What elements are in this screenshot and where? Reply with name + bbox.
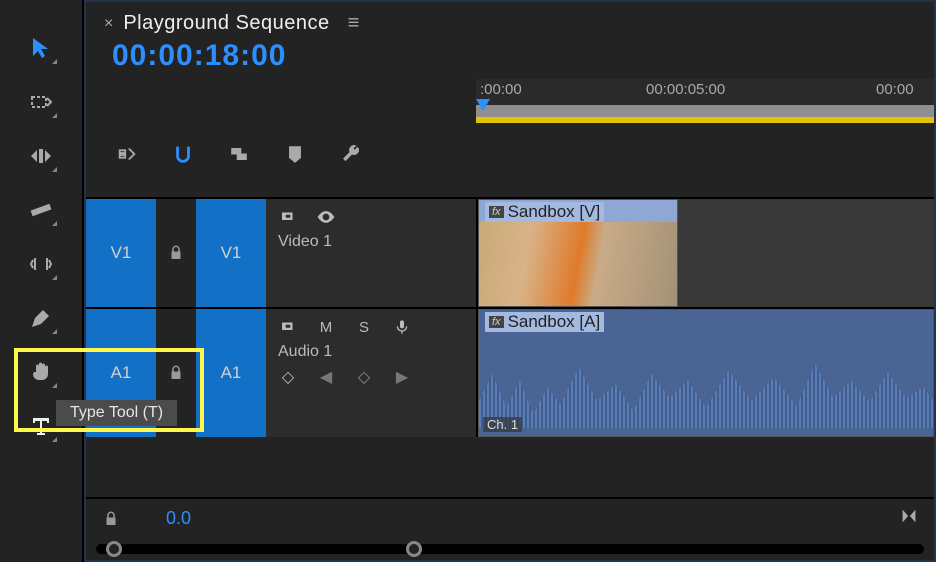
sync-lock-icon[interactable] (278, 207, 298, 227)
ruler-tick: 00:00:05:00 (646, 81, 725, 98)
zoom-handle-left[interactable] (106, 541, 122, 557)
slip-tool[interactable] (23, 246, 59, 282)
tool-palette (0, 0, 84, 562)
sequence-title[interactable]: Playground Sequence (123, 12, 329, 35)
work-area-bar[interactable] (476, 117, 934, 123)
linked-selection-icon[interactable] (226, 141, 252, 167)
track-select-forward-tool[interactable] (23, 84, 59, 120)
zoom-scrollbar[interactable] (86, 538, 934, 560)
video-track-lock[interactable] (156, 199, 196, 307)
collapse-tracks-icon[interactable] (898, 505, 924, 532)
timeline-footer: 0.0 (86, 497, 934, 538)
marker-icon[interactable] (282, 141, 308, 167)
audio-track-media[interactable]: fx Sandbox [A] Ch. 1 (476, 309, 934, 437)
sync-lock-icon[interactable] (278, 317, 298, 337)
snap-icon[interactable] (170, 141, 196, 167)
fx-badge-icon: fx (489, 206, 504, 218)
video-clip[interactable]: fx Sandbox [V] (478, 199, 678, 307)
settings-wrench-icon[interactable] (338, 141, 364, 167)
hand-tool[interactable] (23, 354, 59, 390)
ruler-tick: :00:00 (480, 81, 522, 98)
current-timecode[interactable]: 00:00:18:00 (86, 37, 934, 79)
zoom-handle-right[interactable] (406, 541, 422, 557)
video-source-patch[interactable]: V1 (86, 199, 156, 307)
time-ruler[interactable]: :00:00 00:00:05:00 00:00 (476, 79, 934, 105)
footer-lock-icon[interactable] (96, 510, 126, 528)
prev-keyframe-icon[interactable]: ◀ (316, 367, 336, 387)
audio-track-row: A1 A1 M S Audio 1 ◇ ◀ ◇ (86, 307, 934, 437)
clip-thumbnail (479, 222, 677, 306)
audio-target-toggle[interactable]: A1 (196, 309, 266, 437)
waveform (479, 360, 933, 428)
type-tool[interactable] (23, 408, 59, 444)
video-track-media[interactable]: fx Sandbox [V] (476, 199, 934, 307)
selection-tool[interactable] (23, 30, 59, 66)
panel-menu-icon[interactable]: ≡ (348, 12, 360, 35)
time-ruler-row: :00:00 00:00:05:00 00:00 (86, 79, 934, 123)
playhead-icon[interactable] (476, 99, 490, 111)
ruler-tick: 00:00 (876, 81, 914, 98)
solo-button[interactable]: S (354, 317, 374, 337)
timeline-controls (86, 123, 476, 197)
audio-clip[interactable]: fx Sandbox [A] Ch. 1 (478, 309, 934, 437)
audio-track-header: M S Audio 1 ◇ ◀ ◇ ▶ (266, 309, 476, 437)
ruler-bar[interactable] (476, 105, 934, 123)
track-area: V1 V1 Video 1 fx Sandbox [V] (86, 197, 934, 497)
pen-tool[interactable] (23, 300, 59, 336)
timeline-panel: × Playground Sequence ≡ 00:00:18:00 :00:… (84, 0, 936, 562)
fx-badge-icon: fx (489, 316, 504, 328)
track-visibility-eye-icon[interactable] (316, 207, 336, 227)
video-track-label: Video 1 (278, 233, 464, 251)
video-clip-name: Sandbox [V] (508, 202, 601, 222)
audio-clip-name: Sandbox [A] (508, 312, 601, 332)
mute-button[interactable]: M (316, 317, 336, 337)
insert-overwrite-icon[interactable] (114, 141, 140, 167)
keyframe-diamond-icon[interactable]: ◇ (278, 367, 298, 387)
type-tool-tooltip: Type Tool (T) (56, 400, 177, 426)
add-keyframe-icon[interactable]: ◇ (354, 367, 374, 387)
ripple-edit-tool[interactable] (23, 138, 59, 174)
audio-track-label: Audio 1 (278, 343, 464, 361)
panel-header: × Playground Sequence ≡ (86, 2, 934, 37)
channel-label: Ch. 1 (483, 417, 522, 432)
zoom-value[interactable]: 0.0 (166, 508, 191, 529)
voiceover-mic-icon[interactable] (392, 317, 412, 337)
razor-tool[interactable] (23, 192, 59, 228)
close-tab-icon[interactable]: × (104, 15, 113, 33)
video-target-toggle[interactable]: V1 (196, 199, 266, 307)
video-track-header: Video 1 (266, 199, 476, 307)
video-track-row: V1 V1 Video 1 fx Sandbox [V] (86, 197, 934, 307)
next-keyframe-icon[interactable]: ▶ (392, 367, 412, 387)
